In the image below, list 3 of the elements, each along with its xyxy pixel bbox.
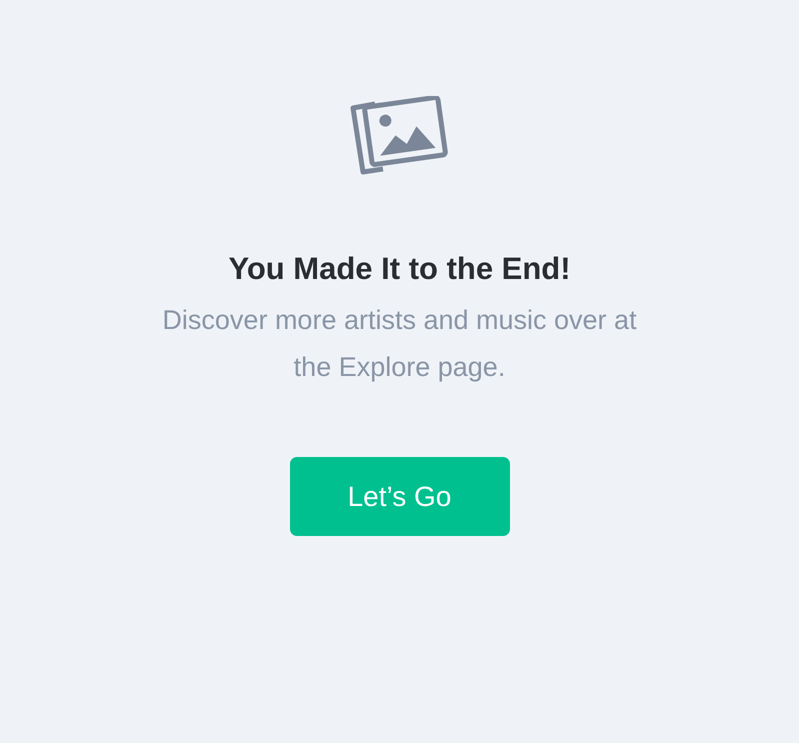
lets-go-button[interactable]: Let’s Go <box>290 457 510 536</box>
message: Discover more artists and music over at the Explore page. <box>161 304 638 384</box>
title: You Made It to the End! <box>228 250 571 288</box>
